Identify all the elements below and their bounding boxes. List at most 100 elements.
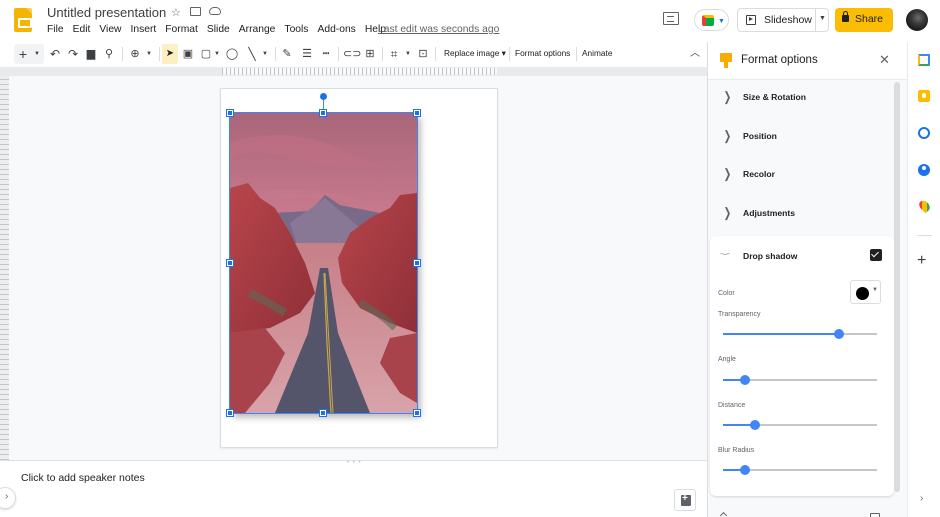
print-icon[interactable]: ▆ — [84, 44, 98, 64]
replace-image-button[interactable]: Replace image ▾ — [444, 48, 506, 58]
slideshow-options-dropdown[interactable]: ▼ — [819, 15, 826, 22]
drag-grip-icon: • • • — [347, 460, 362, 466]
lock-icon — [842, 11, 849, 22]
slides-logo-icon[interactable] — [14, 8, 32, 32]
menu-edit[interactable]: Edit — [73, 24, 91, 35]
format-panel-scrollbar[interactable] — [894, 82, 900, 492]
link-icon[interactable]: ⊂⊃ — [343, 44, 361, 64]
last-edit-link[interactable]: Last edit was seconds ago — [378, 24, 499, 35]
slider-fill — [723, 333, 839, 335]
shape-icon[interactable]: ◯ — [225, 44, 239, 64]
section-position[interactable]: ❯ Position — [708, 118, 894, 156]
reset-image-icon[interactable]: ⊡ — [416, 44, 430, 64]
zoom-icon[interactable]: ⊕ — [128, 44, 142, 64]
text-box-icon[interactable]: ▣ — [181, 44, 195, 64]
border-weight-icon[interactable]: ☰ — [300, 44, 314, 64]
collapse-toolbar-icon[interactable]: ︿ — [688, 44, 702, 64]
selected-image[interactable] — [230, 113, 417, 413]
chevron-right-icon[interactable]: › — [920, 493, 923, 504]
divider — [382, 47, 383, 61]
crop-dropdown-icon[interactable]: ▼ — [403, 44, 413, 64]
tasks-icon[interactable] — [918, 127, 930, 139]
zoom-dropdown-icon[interactable]: ▼ — [144, 44, 154, 64]
shadow-color-picker[interactable]: ▼ — [850, 280, 881, 304]
crop-icon[interactable]: ⌗ — [387, 44, 401, 64]
menu-format[interactable]: Format — [165, 24, 198, 35]
format-panel-title: Format options — [741, 54, 818, 66]
move-to-folder-icon[interactable] — [190, 7, 201, 16]
resize-handle-e[interactable] — [413, 259, 421, 267]
section-label: Position — [743, 131, 777, 141]
chevron-down-icon[interactable]: ﹀ — [720, 251, 730, 260]
section-recolor[interactable]: ❯ Recolor — [708, 156, 894, 194]
divider — [815, 9, 816, 31]
angle-label: Angle — [718, 356, 736, 363]
line-icon[interactable]: ╲ — [245, 44, 259, 64]
cloud-status-icon[interactable] — [209, 7, 221, 15]
drop-shadow-checkbox[interactable] — [870, 249, 882, 261]
share-button[interactable]: Share — [835, 8, 893, 32]
calendar-icon[interactable] — [918, 54, 930, 66]
menu-arrange[interactable]: Arrange — [239, 24, 276, 35]
resize-handle-ne[interactable] — [413, 109, 421, 117]
menu-tools[interactable]: Tools — [284, 24, 308, 35]
comments-icon[interactable] — [663, 12, 679, 25]
slideshow-label: Slideshow — [764, 14, 812, 26]
image-icon[interactable]: ▢ — [199, 44, 213, 64]
menu-insert[interactable]: Insert — [130, 24, 156, 35]
keep-icon[interactable] — [918, 90, 930, 102]
line-dropdown-icon[interactable]: ▼ — [260, 44, 270, 64]
star-icon[interactable]: ☆ — [171, 6, 181, 19]
chevron-down-icon: ▼ — [718, 18, 725, 25]
animate-button[interactable]: Animate — [582, 48, 612, 58]
image-dropdown-icon[interactable]: ▼ — [212, 44, 222, 64]
format-options-button[interactable]: Format options — [515, 48, 570, 58]
slideshow-button[interactable]: Slideshow ▼ — [737, 8, 829, 32]
blur-radius-slider[interactable] — [723, 465, 877, 475]
resize-handle-w[interactable] — [226, 259, 234, 267]
resize-handle-s[interactable] — [319, 409, 327, 417]
contacts-icon[interactable] — [918, 164, 930, 176]
select-icon[interactable]: ➤ — [162, 44, 178, 64]
drop-shadow-title[interactable]: Drop shadow — [743, 251, 797, 261]
transparency-slider[interactable] — [723, 329, 877, 339]
resize-handle-sw[interactable] — [226, 409, 234, 417]
document-title[interactable]: Untitled presentation — [47, 5, 166, 20]
angle-slider[interactable] — [723, 375, 877, 385]
chevron-icon — [719, 511, 728, 517]
slider-thumb[interactable] — [739, 465, 750, 475]
comment-icon[interactable]: ⊞ — [363, 44, 377, 64]
add-addon-icon[interactable]: + — [917, 252, 926, 270]
chevron-right-icon: › — [5, 491, 9, 502]
maps-icon[interactable] — [917, 198, 932, 214]
section-size-rotation[interactable]: ❯ Size & Rotation — [708, 79, 894, 117]
menu-view[interactable]: View — [99, 24, 121, 35]
resize-handle-nw[interactable] — [226, 109, 234, 117]
new-slide-dropdown-icon[interactable]: ▼ — [32, 44, 42, 64]
slider-thumb[interactable] — [739, 375, 750, 385]
speaker-notes-input[interactable]: Click to add speaker notes — [21, 472, 145, 484]
menu-file[interactable]: File — [47, 24, 64, 35]
show-filmstrip-button[interactable]: › — [0, 487, 16, 509]
slider-thumb[interactable] — [750, 420, 761, 430]
section-adjustments[interactable]: ❯ Adjustments — [708, 195, 894, 233]
account-avatar[interactable] — [906, 9, 928, 31]
slider-thumb[interactable] — [833, 329, 844, 339]
menu-slide[interactable]: Slide — [207, 24, 230, 35]
add-comment-button[interactable] — [674, 489, 696, 511]
border-color-icon[interactable]: ✎ — [280, 44, 294, 64]
divider — [122, 47, 123, 61]
distance-slider[interactable] — [723, 420, 877, 430]
undo-icon[interactable]: ↶ — [48, 44, 62, 64]
meet-button[interactable]: ▼ — [694, 9, 729, 31]
resize-handle-n[interactable] — [319, 109, 327, 117]
border-dash-icon[interactable]: ┅ — [319, 44, 333, 64]
menu-addons[interactable]: Add-ons — [317, 24, 355, 35]
close-icon[interactable]: ✕ — [879, 52, 890, 68]
paint-format-icon[interactable]: ⚲ — [103, 44, 115, 64]
new-slide-icon[interactable]: + — [16, 44, 30, 64]
redo-icon[interactable]: ↷ — [66, 44, 80, 64]
resize-handle-se[interactable] — [413, 409, 421, 417]
rotate-handle[interactable] — [320, 93, 327, 100]
ruler-scale — [222, 68, 497, 75]
